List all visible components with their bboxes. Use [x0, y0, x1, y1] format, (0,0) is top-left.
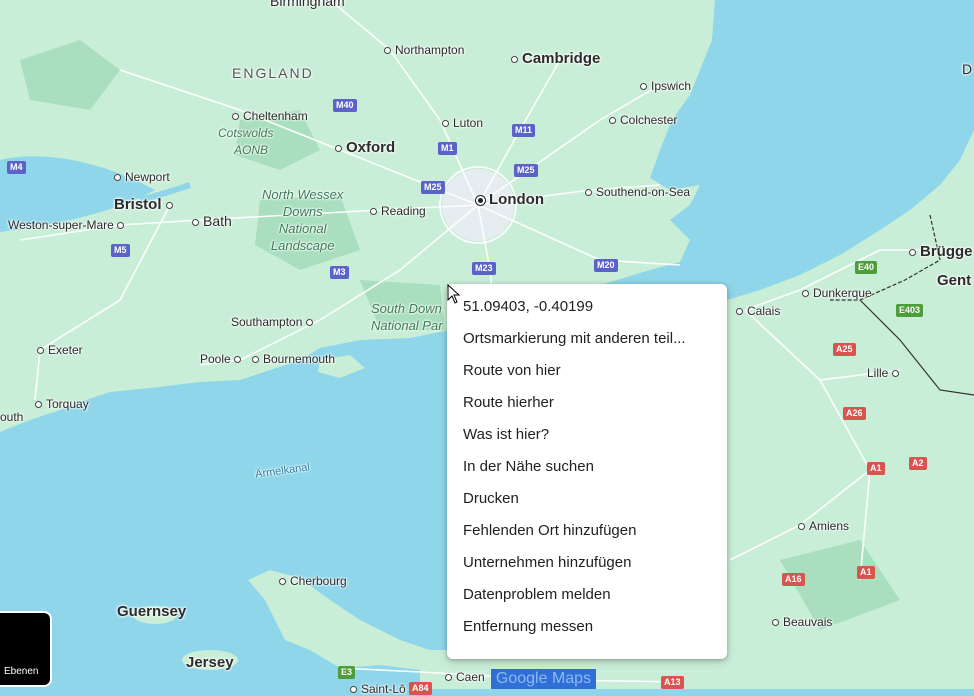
- label-aonb: AONB: [234, 143, 269, 157]
- menu-item-measure-distance[interactable]: Entfernung messen: [447, 611, 727, 643]
- label-cherbourg: Cherbourg: [279, 574, 347, 588]
- label-gent: Gent: [937, 272, 972, 289]
- shield-a1-north: A1: [867, 462, 885, 475]
- shield-a16: A16: [782, 573, 805, 586]
- label-brugge: Brügge: [909, 244, 973, 259]
- shield-e403: E403: [896, 304, 924, 317]
- mouse-cursor-icon: [447, 284, 461, 304]
- menu-item-add-business[interactable]: Unternehmen hinzufügen: [447, 547, 727, 579]
- label-saint-lo: Saint-Lô: [350, 682, 406, 696]
- shield-m20: M20: [594, 259, 618, 272]
- label-ipswich: Ipswich: [640, 79, 691, 93]
- shield-m5: M5: [111, 244, 130, 257]
- label-newport: Newport: [114, 170, 170, 184]
- shield-m3: M3: [330, 266, 349, 279]
- shield-m1: M1: [438, 142, 457, 155]
- label-edge-d: D: [962, 61, 973, 77]
- shield-m4: M4: [7, 161, 26, 174]
- label-oxford: Oxford: [335, 140, 395, 155]
- label-calais: Calais: [736, 304, 780, 318]
- label-luton: Luton: [442, 116, 483, 130]
- shield-m23: M23: [472, 262, 496, 275]
- context-menu: 51.09403, -0.40199 Ortsmarkierung mit an…: [447, 284, 727, 659]
- label-england: ENGLAND: [232, 65, 314, 81]
- menu-item-add-missing-place[interactable]: Fehlenden Ort hinzufügen: [447, 515, 727, 547]
- label-torquay: Torquay: [35, 397, 89, 411]
- label-north-wessex: North Wessex Downs National Landscape: [262, 187, 344, 253]
- menu-item-share-location[interactable]: Ortsmarkierung mit anderen teil...: [447, 323, 727, 355]
- label-guernsey: Guernsey: [117, 603, 187, 620]
- google-maps-logo: Google Maps: [491, 669, 596, 689]
- label-exeter: Exeter: [37, 343, 83, 357]
- label-southampton: Southampton: [231, 315, 317, 329]
- label-northampton: Northampton: [384, 43, 464, 57]
- shield-a1-south: A1: [857, 566, 875, 579]
- menu-item-whats-here[interactable]: Was ist hier?: [447, 419, 727, 451]
- label-beauvais: Beauvais: [772, 615, 832, 629]
- label-weston: Weston-super-Mare: [8, 218, 128, 232]
- shield-m11: M11: [512, 124, 536, 137]
- label-colchester: Colchester: [609, 113, 677, 127]
- layers-label: Ebenen: [4, 666, 39, 677]
- label-cheltenham: Cheltenham: [232, 109, 308, 123]
- shield-a25: A25: [833, 343, 856, 356]
- menu-item-search-nearby[interactable]: In der Nähe suchen: [447, 451, 727, 483]
- label-cambridge: Cambridge: [511, 51, 600, 66]
- shield-e3: E3: [338, 666, 356, 679]
- label-reading: Reading: [370, 204, 426, 218]
- shield-m40: M40: [333, 99, 357, 112]
- shield-a26: A26: [843, 407, 866, 420]
- label-jersey: Jersey: [186, 654, 234, 671]
- label-dunkerque: Dunkerque: [802, 286, 872, 300]
- label-cotswolds: Cotswolds: [218, 126, 274, 140]
- label-plymouth: outh: [0, 410, 24, 424]
- label-birmingham: Birmingham: [270, 0, 345, 9]
- label-poole: Poole: [200, 352, 245, 366]
- label-bath: Bath: [192, 214, 232, 228]
- label-bournemouth: Bournemouth: [252, 352, 335, 366]
- label-southend: Southend-on-Sea: [585, 185, 690, 199]
- shield-a13: A13: [661, 676, 684, 689]
- menu-item-print[interactable]: Drucken: [447, 483, 727, 515]
- shield-a2: A2: [909, 457, 927, 470]
- menu-item-directions-to[interactable]: Route hierher: [447, 387, 727, 419]
- label-london: London: [476, 192, 544, 207]
- label-amiens: Amiens: [798, 519, 849, 533]
- label-south-downs: South Down National Par: [371, 301, 443, 333]
- layers-button[interactable]: Ebenen: [0, 611, 52, 687]
- menu-item-coordinates[interactable]: 51.09403, -0.40199: [447, 291, 727, 323]
- label-lille: Lille: [867, 366, 903, 380]
- label-bristol: Bristol: [114, 197, 177, 212]
- menu-item-directions-from[interactable]: Route von hier: [447, 355, 727, 387]
- shield-m25-west: M25: [421, 181, 445, 194]
- label-caen: Caen: [445, 670, 485, 684]
- menu-item-report-data-problem[interactable]: Datenproblem melden: [447, 579, 727, 611]
- shield-m25-north: M25: [514, 164, 538, 177]
- shield-e40: E40: [855, 261, 878, 274]
